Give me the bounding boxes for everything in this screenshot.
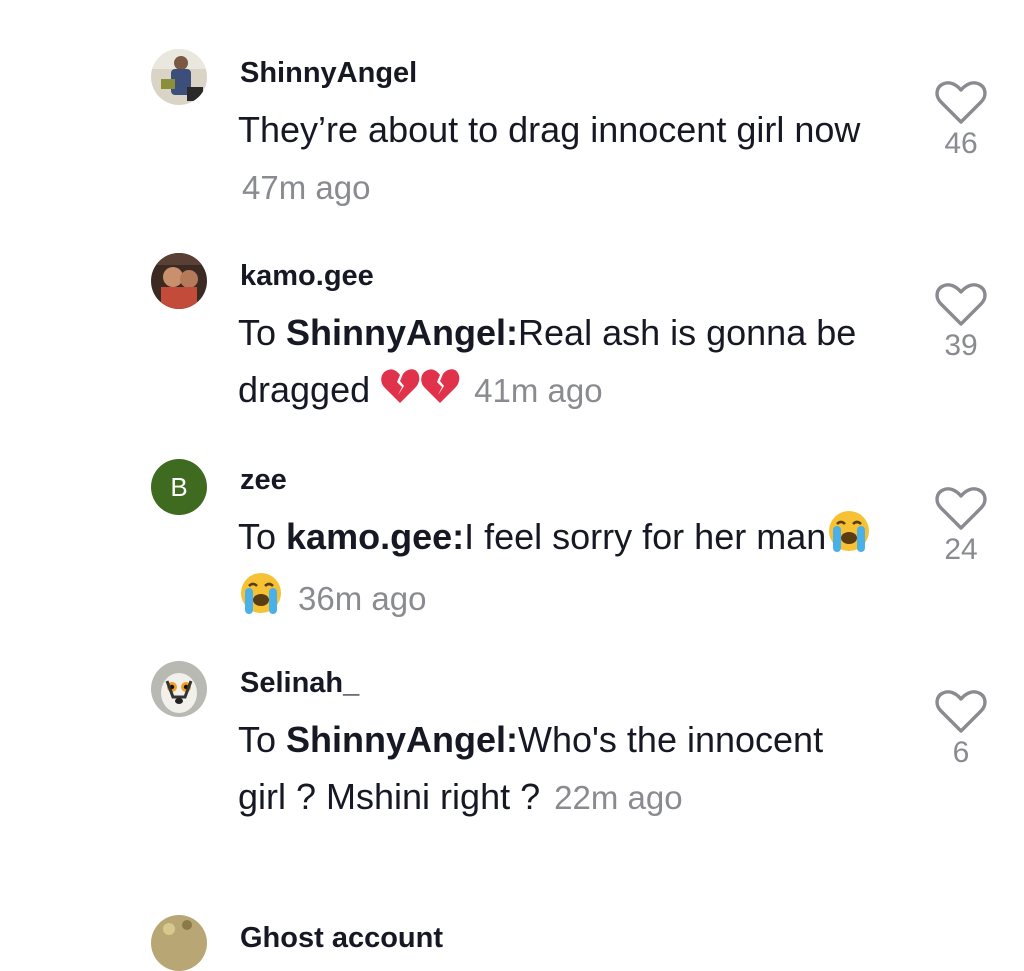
comment-timestamp: 41m ago — [474, 372, 603, 409]
like-button[interactable]: 6 — [934, 689, 988, 771]
comment-username[interactable]: ShinnyAngel — [240, 55, 417, 91]
reply-prefix: To — [238, 719, 287, 760]
loudly-crying-face-emoji — [826, 509, 872, 569]
reply-prefix: To — [238, 516, 287, 557]
heart-outline-icon — [935, 690, 987, 733]
like-button[interactable]: 46 — [934, 80, 988, 162]
like-count: 46 — [944, 127, 978, 160]
like-count: 6 — [952, 736, 970, 769]
broken-heart-emoji — [420, 364, 460, 421]
comment-username[interactable]: zee — [240, 462, 287, 498]
avatar[interactable] — [151, 661, 207, 717]
loudly-crying-face-emoji — [238, 571, 284, 631]
comment-timestamp: 47m ago — [242, 169, 371, 206]
avatar[interactable] — [151, 253, 207, 309]
like-count: 24 — [944, 533, 978, 566]
comment-username[interactable]: Ghost account — [240, 920, 443, 956]
avatar[interactable] — [151, 915, 207, 971]
like-button[interactable]: 39 — [934, 282, 988, 364]
heart-outline-icon — [935, 283, 987, 326]
heart-outline-icon — [935, 81, 987, 124]
comment-text: To ShinnyAngel:Real ash is gonna be drag… — [238, 304, 910, 421]
comment-body: I feel sorry for her man — [464, 516, 827, 557]
comment-timestamp: 36m ago — [298, 580, 427, 618]
reply-prefix: To — [238, 312, 287, 353]
like-count: 39 — [944, 329, 978, 362]
like-button[interactable]: 24 — [934, 486, 988, 568]
broken-heart-emoji — [380, 364, 420, 421]
reply-mention[interactable]: kamo.gee: — [286, 516, 464, 557]
avatar-letter: B — [170, 471, 188, 502]
reply-mention[interactable]: ShinnyAngel: — [286, 719, 518, 760]
avatar[interactable]: B — [151, 459, 207, 515]
comment-text: To kamo.gee:I feel sorry for her man 36m… — [238, 508, 910, 631]
comment-username[interactable]: kamo.gee — [240, 258, 374, 294]
comment-username[interactable]: Selinah_ — [240, 665, 359, 701]
comment-body: They’re about to drag innocent girl now — [238, 109, 861, 150]
avatar[interactable] — [151, 49, 207, 105]
comment-text: To ShinnyAngel:Who's the innocent girl ?… — [238, 711, 878, 826]
comment-text: They’re about to drag innocent girl now … — [238, 101, 910, 216]
comment-timestamp: 22m ago — [554, 779, 683, 816]
heart-outline-icon — [935, 487, 987, 530]
reply-mention[interactable]: ShinnyAngel: — [286, 312, 518, 353]
